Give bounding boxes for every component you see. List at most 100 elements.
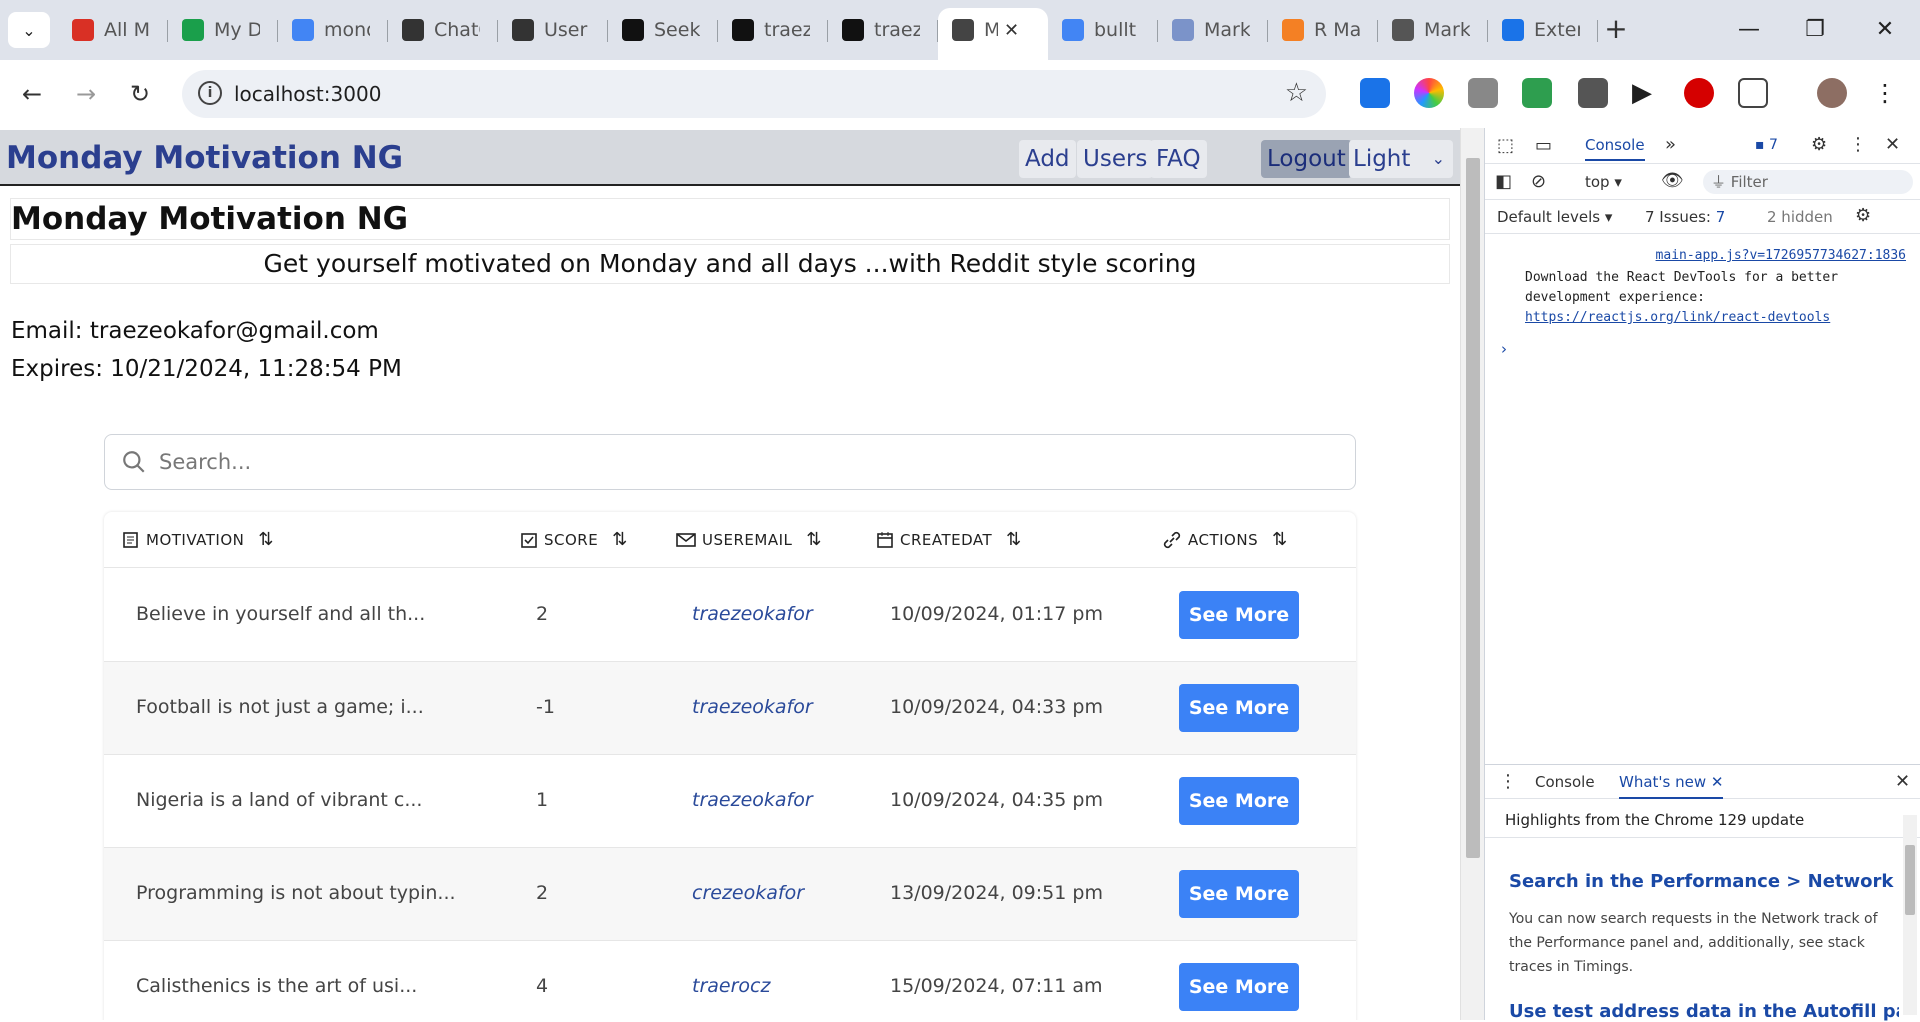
browser-tab[interactable]: R Ma: [1268, 8, 1378, 52]
feature-title[interactable]: Search in the Performance > Network trac…: [1509, 871, 1899, 892]
browser-tab[interactable]: User: [498, 8, 608, 52]
sidebar-toggle-icon[interactable]: ◧: [1495, 171, 1512, 192]
browser-tab[interactable]: monday: [278, 8, 388, 52]
settings-icon[interactable]: ⚙: [1811, 134, 1827, 155]
console-settings-icon[interactable]: ⚙: [1855, 205, 1871, 226]
profile-avatar[interactable]: [1817, 78, 1847, 108]
logout-button[interactable]: Logout: [1261, 140, 1352, 178]
see-more-button[interactable]: See More: [1179, 870, 1299, 918]
console-filter-input[interactable]: ⏚ Filter: [1703, 170, 1913, 194]
cell-useremail[interactable]: traerocz: [692, 975, 770, 997]
console-prompt-icon[interactable]: ›: [1501, 340, 1507, 358]
console-source-link[interactable]: main-app.js?v=1726957734627:1836: [1656, 248, 1906, 263]
off-extension-icon[interactable]: [1578, 78, 1608, 108]
close-devtools-icon[interactable]: ✕: [1885, 134, 1900, 155]
address-bar[interactable]: i localhost:3000 ☆: [182, 70, 1326, 118]
cell-useremail[interactable]: traezeokafor: [692, 696, 813, 718]
device-toolbar-icon[interactable]: ▭: [1535, 135, 1552, 156]
issues-badge[interactable]: ▪ 7: [1755, 137, 1778, 153]
restore-button[interactable]: ❐: [1790, 10, 1840, 50]
faq-button[interactable]: FAQ: [1150, 140, 1207, 178]
gmail-icon: [72, 19, 94, 41]
search-box[interactable]: [104, 434, 1356, 490]
bookmark-star-icon[interactable]: ☆: [1285, 78, 1308, 108]
browser-tab[interactable]: Seek: [608, 8, 718, 52]
sort-icon[interactable]: ⇅: [612, 529, 628, 550]
column-actions[interactable]: ACTIONS ⇅: [1162, 529, 1288, 550]
close-tab-icon[interactable]: ✕: [1004, 20, 1019, 41]
browser-tab[interactable]: traez: [828, 8, 938, 52]
minimize-button[interactable]: —: [1724, 10, 1774, 50]
theme-select[interactable]: Light ⌄: [1349, 140, 1453, 178]
column-score[interactable]: SCORE ⇅: [520, 529, 628, 550]
browser-tab[interactable]: All Mail: [58, 8, 168, 52]
app-brand[interactable]: Monday Motivation NG: [6, 140, 403, 176]
browser-menu-icon[interactable]: ⋮: [1870, 78, 1900, 108]
sort-icon[interactable]: ⇅: [1006, 529, 1022, 550]
log-levels-select[interactable]: Default levels ▾: [1497, 208, 1612, 226]
issues-link[interactable]: 7 Issues: 7: [1645, 208, 1725, 226]
drawer-tab-whats-new[interactable]: What's new ✕: [1619, 773, 1724, 799]
page-scrollbar[interactable]: [1460, 128, 1484, 1020]
cell-useremail[interactable]: crezeokafor: [692, 882, 804, 904]
devtools-tab-console[interactable]: Console: [1585, 136, 1645, 161]
back-button[interactable]: ←: [12, 74, 52, 114]
browser-tab[interactable]: Mark: [1378, 8, 1488, 52]
tools-extension-icon[interactable]: [1468, 78, 1498, 108]
cell-useremail[interactable]: traezeokafor: [692, 603, 813, 625]
drawer-scrollbar[interactable]: [1903, 815, 1917, 1015]
game-extension-icon[interactable]: [1522, 78, 1552, 108]
sort-icon[interactable]: ⇅: [258, 529, 274, 550]
adblock-extension-icon[interactable]: [1684, 78, 1714, 108]
add-button[interactable]: Add: [1019, 140, 1076, 178]
drawer-scrollbar-thumb[interactable]: [1905, 845, 1915, 915]
site-info-icon[interactable]: i: [198, 81, 222, 105]
browser-tab[interactable]: Mark: [1158, 8, 1268, 52]
kebab-menu-icon[interactable]: ⋮: [1849, 134, 1867, 155]
extension-icon[interactable]: [1360, 78, 1390, 108]
users-button[interactable]: Users: [1077, 140, 1154, 178]
close-window-button[interactable]: ✕: [1860, 10, 1910, 50]
browser-tab[interactable]: traez: [718, 8, 828, 52]
drawer-tab-console[interactable]: Console: [1535, 773, 1595, 791]
scrollbar-thumb[interactable]: [1466, 158, 1480, 858]
column-createdat[interactable]: CREATEDAT ⇅: [876, 529, 1022, 550]
browser-tab[interactable]: M ✕: [938, 8, 1048, 60]
clear-console-icon[interactable]: ⊘: [1531, 171, 1546, 192]
browser-tab[interactable]: My Drive: [168, 8, 278, 52]
color-picker-extension-icon[interactable]: [1414, 78, 1444, 108]
forward-button[interactable]: →: [66, 74, 106, 114]
url-text[interactable]: localhost:3000: [234, 82, 381, 106]
see-more-button[interactable]: See More: [1179, 777, 1299, 825]
sort-icon[interactable]: ⇅: [806, 529, 822, 550]
more-tabs-icon[interactable]: »: [1665, 134, 1676, 155]
new-tab-button[interactable]: +: [1598, 12, 1634, 48]
chevron-down-icon: ⌄: [1431, 149, 1445, 168]
search-input[interactable]: [159, 445, 1339, 479]
eye-icon[interactable]: 👁: [1661, 170, 1684, 191]
sort-icon[interactable]: ⇅: [1272, 529, 1288, 550]
close-tab-icon[interactable]: ✕: [1711, 773, 1724, 791]
play-extension-icon[interactable]: ▶: [1632, 78, 1662, 108]
browser-tab[interactable]: ChatGPT: [388, 8, 498, 52]
reload-button[interactable]: ↻: [120, 74, 160, 114]
close-drawer-icon[interactable]: ✕: [1895, 771, 1910, 792]
see-more-button[interactable]: See More: [1179, 963, 1299, 1011]
link-icon: [1163, 531, 1181, 548]
extensions-puzzle-icon[interactable]: [1738, 78, 1768, 108]
feature-title[interactable]: Use test address data in the Autofill pa…: [1509, 1001, 1899, 1022]
chevron-down-icon: ⌄: [22, 20, 36, 40]
browser-tab[interactable]: Exter: [1488, 8, 1598, 52]
cell-useremail[interactable]: traezeokafor: [692, 789, 813, 811]
inspect-icon[interactable]: ⬚: [1497, 135, 1514, 156]
console-message-link[interactable]: https://reactjs.org/link/react-devtools: [1525, 310, 1830, 325]
context-select[interactable]: top ▾: [1585, 173, 1622, 191]
drawer-menu-icon[interactable]: ⋮: [1499, 771, 1517, 792]
tab-search-button[interactable]: ⌄: [8, 12, 50, 48]
column-useremail[interactable]: USEREMAIL ⇅: [676, 529, 822, 550]
see-more-button[interactable]: See More: [1179, 591, 1299, 639]
cell-score: 1: [536, 789, 549, 811]
see-more-button[interactable]: See More: [1179, 684, 1299, 732]
column-motivation[interactable]: MOTIVATION ⇅: [122, 529, 274, 550]
browser-tab[interactable]: bullt: [1048, 8, 1158, 52]
